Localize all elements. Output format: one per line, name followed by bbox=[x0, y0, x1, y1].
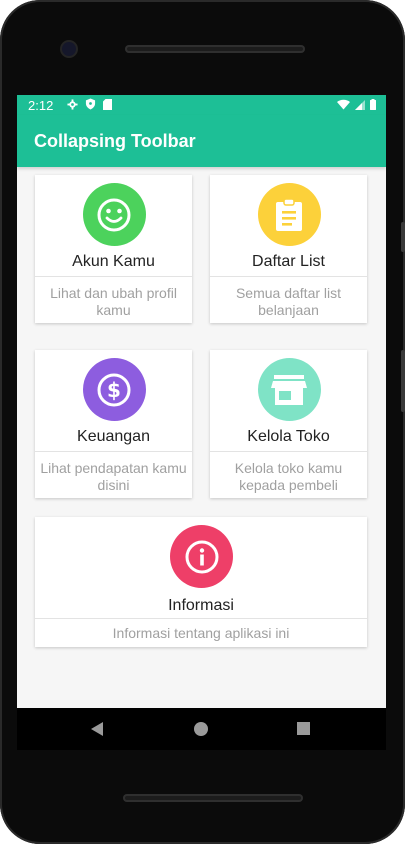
card-description: Semua daftar list belanjaan bbox=[210, 276, 367, 322]
back-icon[interactable] bbox=[91, 722, 105, 741]
svg-text:$: $ bbox=[107, 378, 121, 402]
app-screen: 2:12 Collapsing Toolbar Akun Kamu Lihat … bbox=[17, 95, 386, 708]
store-icon bbox=[257, 358, 321, 421]
signal-icon bbox=[355, 98, 365, 113]
phone-frame: 2:12 Collapsing Toolbar Akun Kamu Lihat … bbox=[0, 0, 405, 844]
dollar-icon: $ bbox=[82, 358, 146, 421]
sd-card-icon bbox=[103, 98, 113, 113]
toolbar-title: Collapsing Toolbar bbox=[34, 130, 196, 151]
side-button bbox=[401, 222, 405, 252]
card-daftar-list[interactable]: Daftar List Semua daftar list belanjaan bbox=[210, 175, 367, 323]
card-keuangan[interactable]: $ Keuangan Lihat pendapatan kamu disini bbox=[35, 350, 192, 498]
home-icon[interactable] bbox=[194, 722, 208, 741]
info-icon bbox=[170, 525, 233, 588]
status-time: 2:12 bbox=[28, 97, 54, 113]
card-title: Keuangan bbox=[77, 428, 150, 445]
smiley-icon bbox=[82, 183, 146, 246]
earpiece-speaker bbox=[125, 45, 305, 53]
bottom-speaker bbox=[123, 794, 303, 802]
shield-icon bbox=[85, 98, 96, 113]
volume-button bbox=[401, 350, 405, 412]
clipboard-icon bbox=[257, 183, 321, 246]
card-description: Lihat dan ubah profil kamu bbox=[35, 276, 192, 322]
card-description: Informasi tentang aplikasi ini bbox=[35, 618, 367, 647]
card-title: Informasi bbox=[168, 597, 234, 614]
card-title: Akun Kamu bbox=[72, 253, 155, 270]
wifi-icon bbox=[337, 98, 350, 113]
front-camera bbox=[62, 42, 76, 56]
card-informasi[interactable]: Informasi Informasi tentang aplikasi ini bbox=[35, 517, 367, 647]
card-description: Lihat pendapatan kamu disini bbox=[35, 451, 192, 497]
settings-icon bbox=[67, 98, 78, 113]
app-toolbar: Collapsing Toolbar bbox=[17, 115, 386, 167]
card-title: Daftar List bbox=[252, 253, 325, 270]
card-kelola-toko[interactable]: Kelola Toko Kelola toko kamu kepada pemb… bbox=[210, 350, 367, 498]
battery-icon bbox=[370, 98, 376, 113]
card-akun-kamu[interactable]: Akun Kamu Lihat dan ubah profil kamu bbox=[35, 175, 192, 323]
recents-icon[interactable] bbox=[297, 722, 310, 740]
card-title: Kelola Toko bbox=[247, 428, 330, 445]
card-description: Kelola toko kamu kepada pembeli bbox=[210, 451, 367, 497]
status-bar: 2:12 bbox=[17, 95, 386, 115]
system-nav-bar bbox=[17, 708, 386, 750]
